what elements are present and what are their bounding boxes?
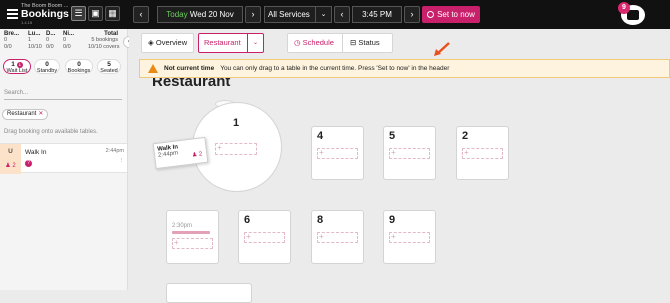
next-day-button[interactable]: › — [245, 6, 261, 23]
table-icon: ⊟ — [350, 38, 357, 47]
brand: The Boom Boom ... Bookings 1.4.15 — [21, 3, 69, 25]
menu-icon[interactable] — [7, 9, 18, 19]
booking-name: Walk In — [25, 149, 47, 156]
service-select[interactable]: All Services ⌄ — [264, 6, 332, 23]
clock-icon — [427, 11, 435, 18]
notification-badge[interactable]: 9 — [618, 2, 630, 14]
clock-icon: ◷ — [294, 38, 301, 47]
pill-seated[interactable]: 5 Seated — [97, 59, 121, 74]
booking-row[interactable]: U ♟ 2 Walk In 2:44pm ? ⫶ — [0, 143, 127, 174]
arrow-annotation-icon — [434, 42, 450, 56]
close-icon[interactable]: ✕ — [38, 111, 43, 117]
layers-icon: ◈ — [148, 38, 154, 47]
app-version: 1.4.15 — [21, 20, 33, 25]
prev-day-button[interactable]: ‹ — [133, 6, 149, 23]
floor-view-icon[interactable]: ▣ — [88, 6, 103, 21]
status-button[interactable]: ⊟ Status — [344, 34, 392, 52]
table-8[interactable]: 8 + — [311, 210, 364, 264]
floor-plan: ◈ Overview Restaurant ⌄ ◷ Schedule ⊟ Sta… — [129, 29, 670, 303]
pill-standby[interactable]: 0 Standby — [34, 59, 60, 74]
date-picker[interactable]: Today Wed 20 Nov — [157, 6, 243, 23]
service-value: All Services — [268, 10, 310, 19]
prev-time-button[interactable]: ‹ — [334, 6, 350, 23]
service-stats: Bre... 0 0/0 Lu... 1 10/10 D... 0 0/0 Ni... 0 0/… — [2, 31, 124, 55]
booking-bar — [172, 231, 210, 234]
schedule-button[interactable]: ◷ Schedule — [288, 34, 343, 52]
stat-total: Total 5 bookings 10/10 covers — [88, 31, 120, 50]
chevron-down-icon: ⌄ — [247, 34, 263, 52]
stat-night[interactable]: Ni... 0 0/0 — [63, 31, 74, 51]
search-input[interactable]: Search... — [4, 88, 122, 100]
person-icon: ♟ — [191, 151, 198, 159]
top-bar: The Boom Boom ... Bookings 1.4.15 ☰ ▣ ▦ … — [0, 0, 670, 29]
overview-button[interactable]: ◈ Overview — [141, 33, 194, 53]
stat-breakfast[interactable]: Bre... 0 0/0 — [4, 31, 19, 51]
stat-lunch[interactable]: Lu... 1 10/10 — [28, 31, 42, 51]
drag-hint: Drag booking onto available tables. — [4, 129, 98, 135]
set-to-now-label: Set to now — [437, 10, 475, 19]
table-partial[interactable] — [166, 283, 252, 303]
next-time-button[interactable]: › — [404, 6, 420, 23]
list-view-icon[interactable]: ☰ — [71, 6, 86, 21]
sidebar: Bre... 0 0/0 Lu... 1 10/10 D... 0 0/0 Ni... 0 0/… — [0, 29, 128, 290]
question-icon[interactable]: ? — [25, 160, 32, 167]
warning-icon — [148, 64, 158, 73]
table-4[interactable]: 4 + — [311, 126, 364, 180]
date-text: Wed 20 Nov — [189, 10, 234, 19]
banner-message: You can only drag to a table in the curr… — [220, 65, 450, 72]
table-6[interactable]: 6 + — [238, 210, 291, 264]
booking-status: U ♟ 2 — [0, 144, 21, 174]
date-today-label: Today — [166, 10, 188, 19]
covers-count: ♟ 2 — [5, 163, 16, 169]
table-2[interactable]: 2 + — [456, 126, 509, 180]
person-icon: ♟ — [5, 163, 11, 169]
filter-chip-restaurant[interactable]: Restaurant ✕ — [2, 109, 49, 120]
drag-handle-icon[interactable]: ⫶ — [120, 158, 122, 165]
pill-bookings[interactable]: 0 Bookings — [65, 59, 93, 74]
area-select[interactable]: Restaurant ⌄ — [198, 33, 264, 53]
booking-time: 2:44pm — [105, 148, 124, 154]
table-unnumbered[interactable]: 2:30pm + — [166, 210, 219, 264]
app-title: Bookings — [21, 8, 69, 20]
stat-dinner[interactable]: D... 0 0/0 — [46, 31, 55, 51]
table-5[interactable]: 5 + — [383, 126, 436, 180]
pill-wait-list[interactable]: 1 1 Wait List — [3, 59, 31, 74]
grid-view-icon[interactable]: ▦ — [105, 6, 120, 21]
mode-toggle: ◷ Schedule ⊟ Status — [287, 33, 393, 53]
banner-title: Not current time — [164, 65, 215, 72]
chevron-down-icon: ⌄ — [315, 7, 331, 22]
time-display[interactable]: 3:45 PM — [352, 6, 402, 23]
table-9[interactable]: 9 + — [383, 210, 436, 264]
set-to-now-button[interactable]: Set to now — [422, 6, 480, 23]
warning-banner: Not current time You can only drag to a t… — [139, 59, 670, 78]
